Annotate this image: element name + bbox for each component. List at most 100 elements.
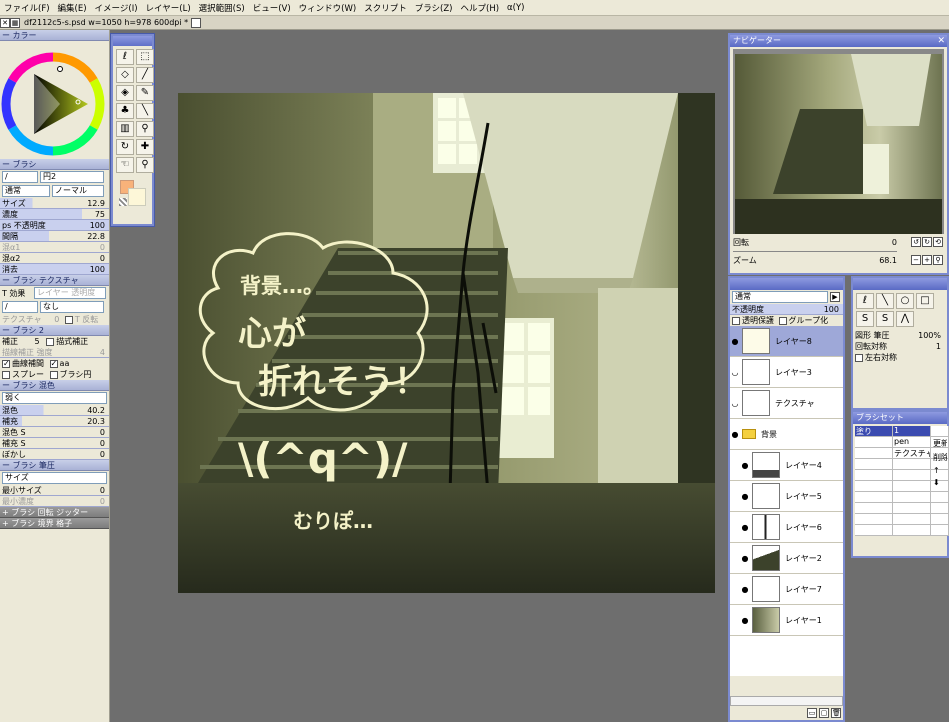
t-effect-field[interactable]: レイヤー 透明度	[34, 287, 106, 299]
layer-row-6[interactable]: ● レイヤー6	[730, 512, 843, 543]
menu-layer[interactable]: レイヤー(L)	[142, 2, 195, 14]
interval-slider[interactable]: 間隔 22.8	[0, 231, 109, 242]
move-icon[interactable]: ✚	[136, 139, 154, 155]
delete-layer-icon[interactable]: 🗑	[831, 708, 841, 718]
pressure-section-header[interactable]: ー ブラシ 筆圧	[0, 460, 109, 471]
menu-alpha[interactable]: α(Y)	[503, 3, 528, 13]
lr-symmetry-row[interactable]: 左右対称	[853, 352, 947, 363]
erase-slider[interactable]: 消去 100	[0, 264, 109, 275]
eyedropper-icon[interactable]: ⚲	[136, 121, 154, 137]
freehand-icon[interactable]: ℓ	[856, 293, 874, 309]
eye-icon[interactable]: ●	[740, 492, 750, 501]
layer-row-3[interactable]: ◡ レイヤー3	[730, 357, 843, 388]
layout-icon[interactable]: ▦	[10, 17, 20, 28]
lasso-icon[interactable]: ℓ	[116, 49, 134, 65]
eye-icon[interactable]: ●	[740, 523, 750, 532]
eye-icon[interactable]: ●	[740, 461, 750, 470]
texture-row[interactable]: テクスチャ 0 T 反転	[0, 314, 109, 325]
brush-section-header[interactable]: ー ブラシ	[0, 159, 109, 170]
line-icon[interactable]: ╲	[876, 293, 894, 309]
rotate-icon[interactable]: ↻	[116, 139, 134, 155]
layer-options-row[interactable]: 透明保護 グループ化	[730, 315, 843, 326]
zoom-in-icon[interactable]: +	[922, 255, 932, 265]
color-wheel[interactable]	[0, 41, 109, 159]
rotation-symmetry-row[interactable]: 回転対称 1	[853, 341, 947, 352]
rotation-slider[interactable]	[733, 248, 897, 252]
swap-icon[interactable]: ✕	[0, 17, 10, 28]
pen-icon[interactable]: ╱	[136, 67, 154, 83]
polyline-icon[interactable]: ⋀	[896, 311, 914, 327]
zoom-fit-icon[interactable]: ⚲	[933, 255, 943, 265]
eye-icon[interactable]: ●	[740, 554, 750, 563]
size-slider[interactable]: サイズ 12.9	[0, 198, 109, 209]
menu-edit[interactable]: 編集(E)	[54, 2, 91, 14]
navigator-preview[interactable]	[733, 49, 944, 234]
mix-alpha2-slider[interactable]: 混α2 0	[0, 253, 109, 264]
layer-row-7[interactable]: ● レイヤー7	[730, 574, 843, 605]
menu-help[interactable]: ヘルプ(H)	[457, 2, 504, 14]
menu-selection[interactable]: 選択範囲(S)	[195, 2, 249, 14]
mix-alpha1-slider[interactable]: 混α1 0	[0, 242, 109, 253]
brush-set-titlebar[interactable]: ブラシセット	[853, 412, 947, 424]
boundary-grid-header[interactable]: + ブラシ 境界 格子	[0, 518, 109, 529]
curve2-icon[interactable]: S	[876, 311, 894, 327]
tool-palette-titlebar[interactable]	[113, 36, 152, 46]
property-titlebar[interactable]	[853, 278, 947, 290]
menu-script[interactable]: スクリプト	[360, 2, 411, 14]
color-section-header[interactable]: ー カラー	[0, 30, 109, 41]
brush-name-field[interactable]: 円2	[40, 171, 104, 183]
zoom-icon[interactable]: ⚲	[136, 157, 154, 173]
layer-row-texture[interactable]: ◡ テクスチャ	[730, 388, 843, 419]
pressure-field[interactable]: サイズ	[2, 472, 107, 484]
circle-icon[interactable]: ○	[896, 293, 914, 309]
brush-set-delete-button[interactable]: 削除	[933, 452, 947, 463]
bg-color-swatch[interactable]	[128, 188, 146, 206]
drawing-canvas[interactable]: 背景…。 心が 折れそう！ \(^q^)/ むりぽ…	[178, 93, 715, 593]
brush-mix-section-header[interactable]: ー ブラシ 混色	[0, 380, 109, 391]
wand-icon[interactable]: ╲	[136, 103, 154, 119]
min-size-slider[interactable]: 最小サイズ 0	[0, 485, 109, 496]
line-correction-strength-slider[interactable]: 描線補正 強度 4	[0, 347, 109, 358]
rotate-left-icon[interactable]: ↺	[911, 237, 921, 247]
curve-icon[interactable]: S	[856, 311, 874, 327]
menu-image[interactable]: イメージ(I)	[91, 2, 142, 14]
t-field2[interactable]: なし	[40, 301, 104, 313]
brush-icon[interactable]: ✎	[136, 85, 154, 101]
layer-row-1[interactable]: ● レイヤー1	[730, 605, 843, 636]
layers-titlebar[interactable]	[730, 278, 843, 290]
supp-s-slider[interactable]: 補充 S0	[0, 438, 109, 449]
new-layer-icon[interactable]: ▢	[819, 708, 829, 718]
rotate-reset-icon[interactable]: ⟲	[933, 237, 943, 247]
arrow-up-icon[interactable]: ↑	[933, 466, 947, 475]
layer-row-2[interactable]: ● レイヤー2	[730, 543, 843, 574]
gradient-icon[interactable]: ▥	[116, 121, 134, 137]
layer-row-5[interactable]: ● レイヤー5	[730, 481, 843, 512]
navigator-close-icon[interactable]: ✕	[937, 35, 945, 47]
layer-opacity-slider[interactable]: 不透明度 100	[730, 304, 843, 315]
menu-window[interactable]: ウィンドウ(W)	[295, 2, 361, 14]
document-tab[interactable]: df2112c5-s.psd w=1050 h=978 600dpi *	[20, 17, 205, 28]
close-tab-icon[interactable]	[191, 17, 202, 28]
eye-icon[interactable]: ●	[740, 585, 750, 594]
supplement-slider[interactable]: 補充 20.3	[0, 416, 109, 427]
eraser2-icon[interactable]: ◈	[116, 85, 134, 101]
rect-select-icon[interactable]: ⬚	[136, 49, 154, 65]
eye-off-icon[interactable]: ◡	[730, 399, 740, 408]
eye-off-icon[interactable]: ◡	[730, 368, 740, 377]
menu-view[interactable]: ビュー(V)	[249, 2, 295, 14]
curve-interp-row[interactable]: 曲線補間 aa	[0, 358, 109, 369]
spray-row[interactable]: スプレー ブラシ円	[0, 369, 109, 380]
mix-mode-select[interactable]: 弱く	[2, 392, 107, 404]
ps-opacity-slider[interactable]: ps 不透明度 100	[0, 220, 109, 231]
rotate-right-icon[interactable]: ↻	[922, 237, 932, 247]
eye-icon[interactable]: ●	[730, 337, 740, 346]
blend-mode-select[interactable]: 通常	[2, 185, 50, 197]
navigator-titlebar[interactable]: ナビゲーター ✕	[730, 35, 947, 47]
layer-hscrollbar[interactable]	[730, 696, 843, 706]
blur-slider[interactable]: ぼかし 0	[0, 449, 109, 460]
mix-slider[interactable]: 混色 40.2	[0, 405, 109, 416]
shape-pressure-row[interactable]: 図形 筆圧 100%	[853, 330, 947, 341]
rotation-jitter-header[interactable]: + ブラシ 回転 ジッター	[0, 507, 109, 518]
texture-section-header[interactable]: ー ブラシ テクスチャ	[0, 275, 109, 286]
density-slider[interactable]: 濃度 75	[0, 209, 109, 220]
